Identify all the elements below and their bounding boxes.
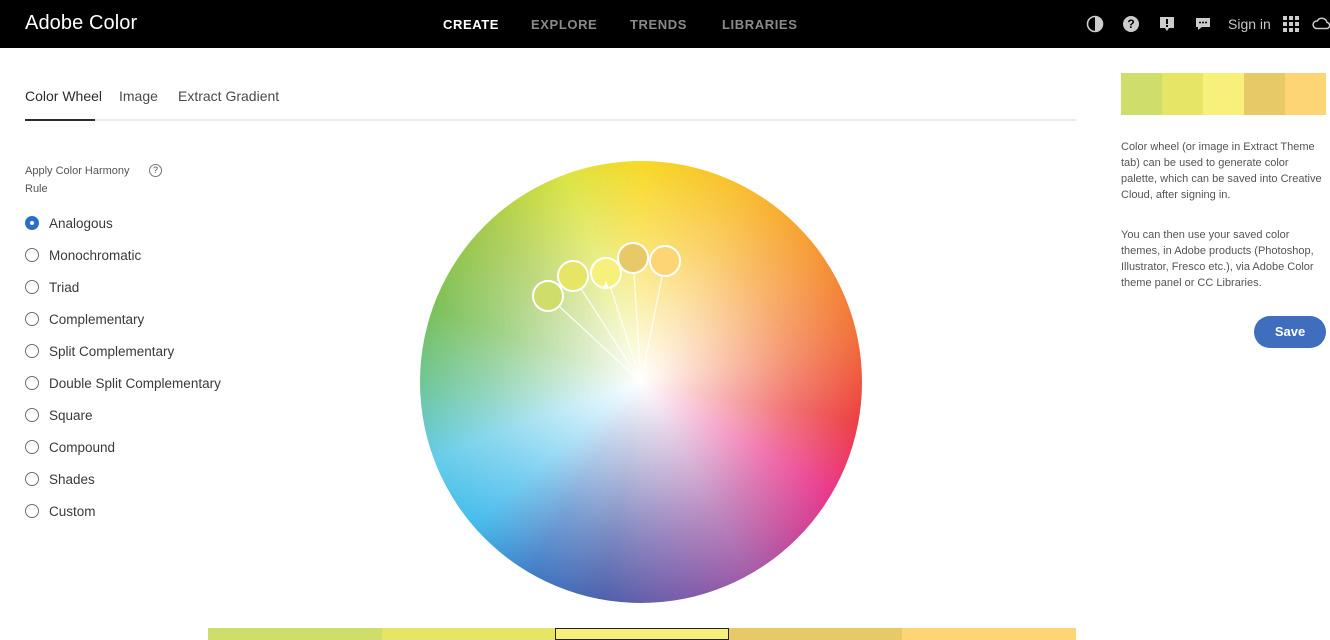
radio-shades[interactable]	[25, 472, 39, 486]
rule-double-split-complementary[interactable]: Double Split Complementary	[25, 373, 221, 393]
radio-triad[interactable]	[25, 280, 39, 294]
harmony-help-icon[interactable]: ?	[149, 164, 162, 177]
color-handle-base[interactable]	[617, 242, 649, 274]
nav-create[interactable]: CREATE	[443, 17, 499, 32]
theme-swatch[interactable]	[1121, 73, 1162, 115]
tabs-divider	[25, 119, 1076, 121]
color-swatches-strip	[208, 628, 1076, 640]
color-swatch[interactable]	[208, 628, 382, 640]
help-icon[interactable]: ?	[1121, 14, 1141, 34]
rule-monochromatic[interactable]: Monochromatic	[25, 245, 141, 265]
apps-grid-icon[interactable]	[1281, 14, 1301, 34]
rule-complementary[interactable]: Complementary	[25, 309, 144, 329]
rule-label: Shades	[49, 471, 95, 487]
tab-color-wheel[interactable]: Color Wheel	[25, 88, 102, 104]
wheel-handles-layer[interactable]	[420, 161, 862, 603]
rule-shades[interactable]: Shades	[25, 469, 95, 489]
rule-square[interactable]: Square	[25, 405, 93, 425]
color-swatch[interactable]	[728, 628, 903, 640]
theme-swatch[interactable]	[1244, 73, 1285, 115]
handle-line	[632, 257, 642, 383]
handle-line	[640, 260, 666, 383]
radio-custom[interactable]	[25, 504, 39, 518]
radio-square[interactable]	[25, 408, 39, 422]
app-title[interactable]: Adobe Color	[25, 12, 137, 35]
color-handle-5[interactable]	[649, 245, 681, 277]
rule-compound[interactable]: Compound	[25, 437, 115, 457]
top-bar: Adobe Color CREATE EXPLORE TRENDS LIBRAR…	[0, 0, 1330, 48]
tab-image[interactable]: Image	[119, 88, 158, 104]
save-button[interactable]: Save	[1254, 316, 1326, 348]
active-tab-indicator	[25, 119, 95, 121]
rule-triad[interactable]: Triad	[25, 277, 79, 297]
color-wheel[interactable]	[420, 161, 862, 603]
svg-text:?: ?	[1127, 17, 1134, 31]
rule-label: Split Complementary	[49, 343, 175, 359]
rule-label: Square	[49, 407, 93, 423]
color-handle-2[interactable]	[557, 260, 589, 292]
radio-analogous[interactable]	[25, 216, 39, 230]
rule-label: Monochromatic	[49, 247, 142, 263]
rule-label: Custom	[49, 503, 96, 519]
theme-swatch[interactable]	[1203, 73, 1244, 115]
radio-split-complementary[interactable]	[25, 344, 39, 358]
theme-swatch[interactable]	[1162, 73, 1203, 115]
radio-complementary[interactable]	[25, 312, 39, 326]
radio-compound[interactable]	[25, 440, 39, 454]
nav-explore[interactable]: EXPLORE	[531, 17, 597, 32]
radio-monochromatic[interactable]	[25, 248, 39, 262]
chat-icon[interactable]	[1193, 14, 1213, 34]
radio-double-split-complementary[interactable]	[25, 376, 39, 390]
tab-extract-gradient[interactable]: Extract Gradient	[178, 88, 279, 104]
rule-label: Triad	[49, 279, 80, 295]
rule-split-complementary[interactable]: Split Complementary	[25, 341, 174, 361]
info-paragraph-1: Color wheel (or image in Extract Theme t…	[1121, 141, 1322, 201]
rule-label: Complementary	[49, 311, 145, 327]
sign-in-link[interactable]: Sign in	[1228, 16, 1271, 32]
rule-label: Compound	[49, 439, 116, 455]
rule-label: Analogous	[49, 215, 113, 231]
nav-trends[interactable]: TRENDS	[630, 17, 687, 32]
color-swatch[interactable]	[381, 628, 556, 640]
rule-analogous[interactable]: Analogous	[25, 213, 113, 233]
rule-label: Double Split Complementary	[49, 375, 221, 391]
theme-swatch[interactable]	[1285, 73, 1326, 115]
color-swatch-selected[interactable]	[555, 628, 729, 640]
info-paragraph-2: You can then use your saved color themes…	[1121, 229, 1314, 289]
color-blind-icon[interactable]	[1085, 14, 1105, 34]
harmony-rule-title: Apply Color Harmony Rule	[25, 165, 130, 195]
nav-libraries[interactable]: LIBRARIES	[722, 17, 797, 32]
color-swatch[interactable]	[902, 628, 1076, 640]
creative-cloud-icon[interactable]	[1312, 14, 1330, 34]
feedback-icon[interactable]	[1157, 14, 1177, 34]
color-handle-1[interactable]	[532, 280, 564, 312]
theme-preview	[1121, 73, 1326, 115]
rule-custom[interactable]: Custom	[25, 501, 96, 521]
